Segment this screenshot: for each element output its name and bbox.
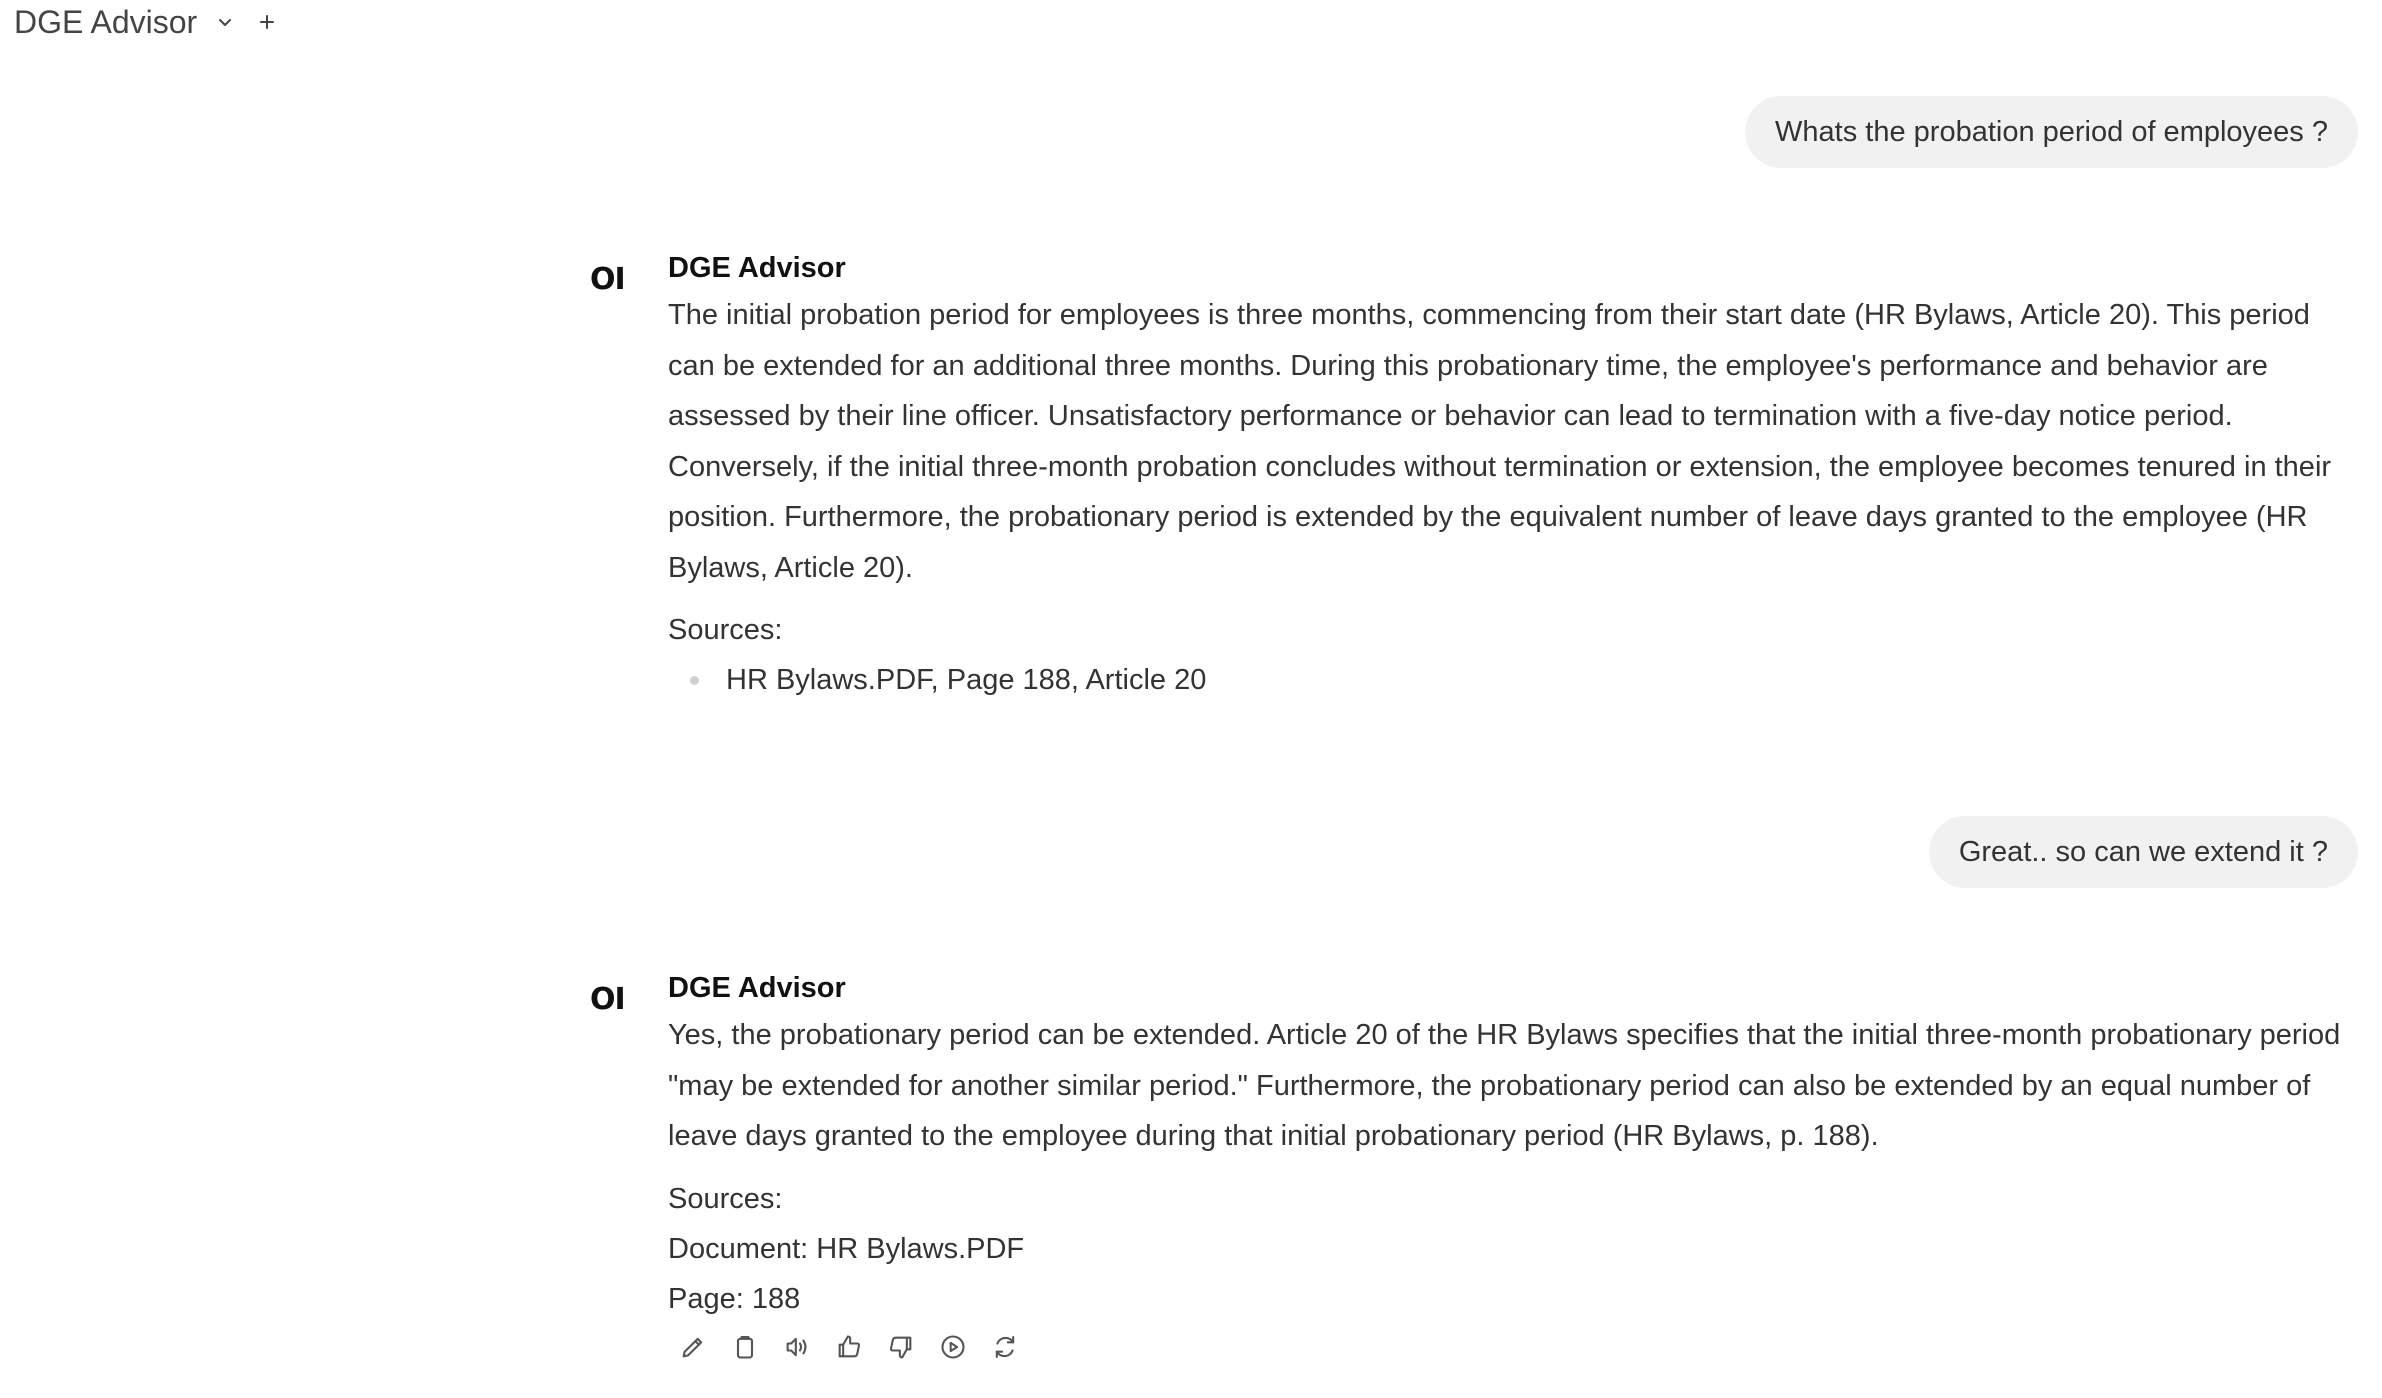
user-message: Whats the probation period of employees … <box>1745 96 2358 168</box>
assistant-message-text: Yes, the probationary period can be exte… <box>668 1019 2341 1152</box>
user-message-text: Great.. so can we extend it ? <box>1958 835 2328 868</box>
user-message-text: Whats the probation period of employees … <box>1775 115 2328 148</box>
sources-label: Sources: <box>668 614 783 646</box>
edit-icon[interactable] <box>678 1332 708 1362</box>
thumbs-down-icon[interactable] <box>886 1332 916 1362</box>
copy-icon[interactable] <box>730 1332 760 1362</box>
assistant-name: DGE Advisor <box>668 972 846 1004</box>
thumbs-up-icon[interactable] <box>834 1332 864 1362</box>
source-item: HR Bylaws.PDF, Page 188, Article 20 <box>668 655 2358 705</box>
assistant-message-content: DGE Advisor The initial probation period… <box>668 250 2358 705</box>
assistant-name: DGE Advisor <box>668 252 846 284</box>
read-aloud-icon[interactable] <box>782 1332 812 1362</box>
assistant-avatar: OI <box>590 982 626 1017</box>
regenerate-icon[interactable] <box>990 1332 1020 1362</box>
assistant-message-text: The initial probation period for employe… <box>668 299 2332 584</box>
sources-label: Sources: <box>668 1182 783 1215</box>
assistant-avatar: OI <box>590 262 626 297</box>
source-list: HR Bylaws.PDF, Page 188, Article 20 <box>668 655 2358 705</box>
source-page: Page: 188 <box>668 1282 801 1315</box>
play-icon[interactable] <box>938 1332 968 1362</box>
user-message: Great.. so can we extend it ? <box>1928 816 2358 888</box>
message-actions <box>668 1332 2358 1362</box>
source-document: Document: HR Bylaws.PDF <box>668 1232 1025 1265</box>
chat-thread: Whats the probation period of employees … <box>0 0 2382 1398</box>
assistant-message-content: DGE Advisor Yes, the probationary period… <box>668 970 2358 1362</box>
